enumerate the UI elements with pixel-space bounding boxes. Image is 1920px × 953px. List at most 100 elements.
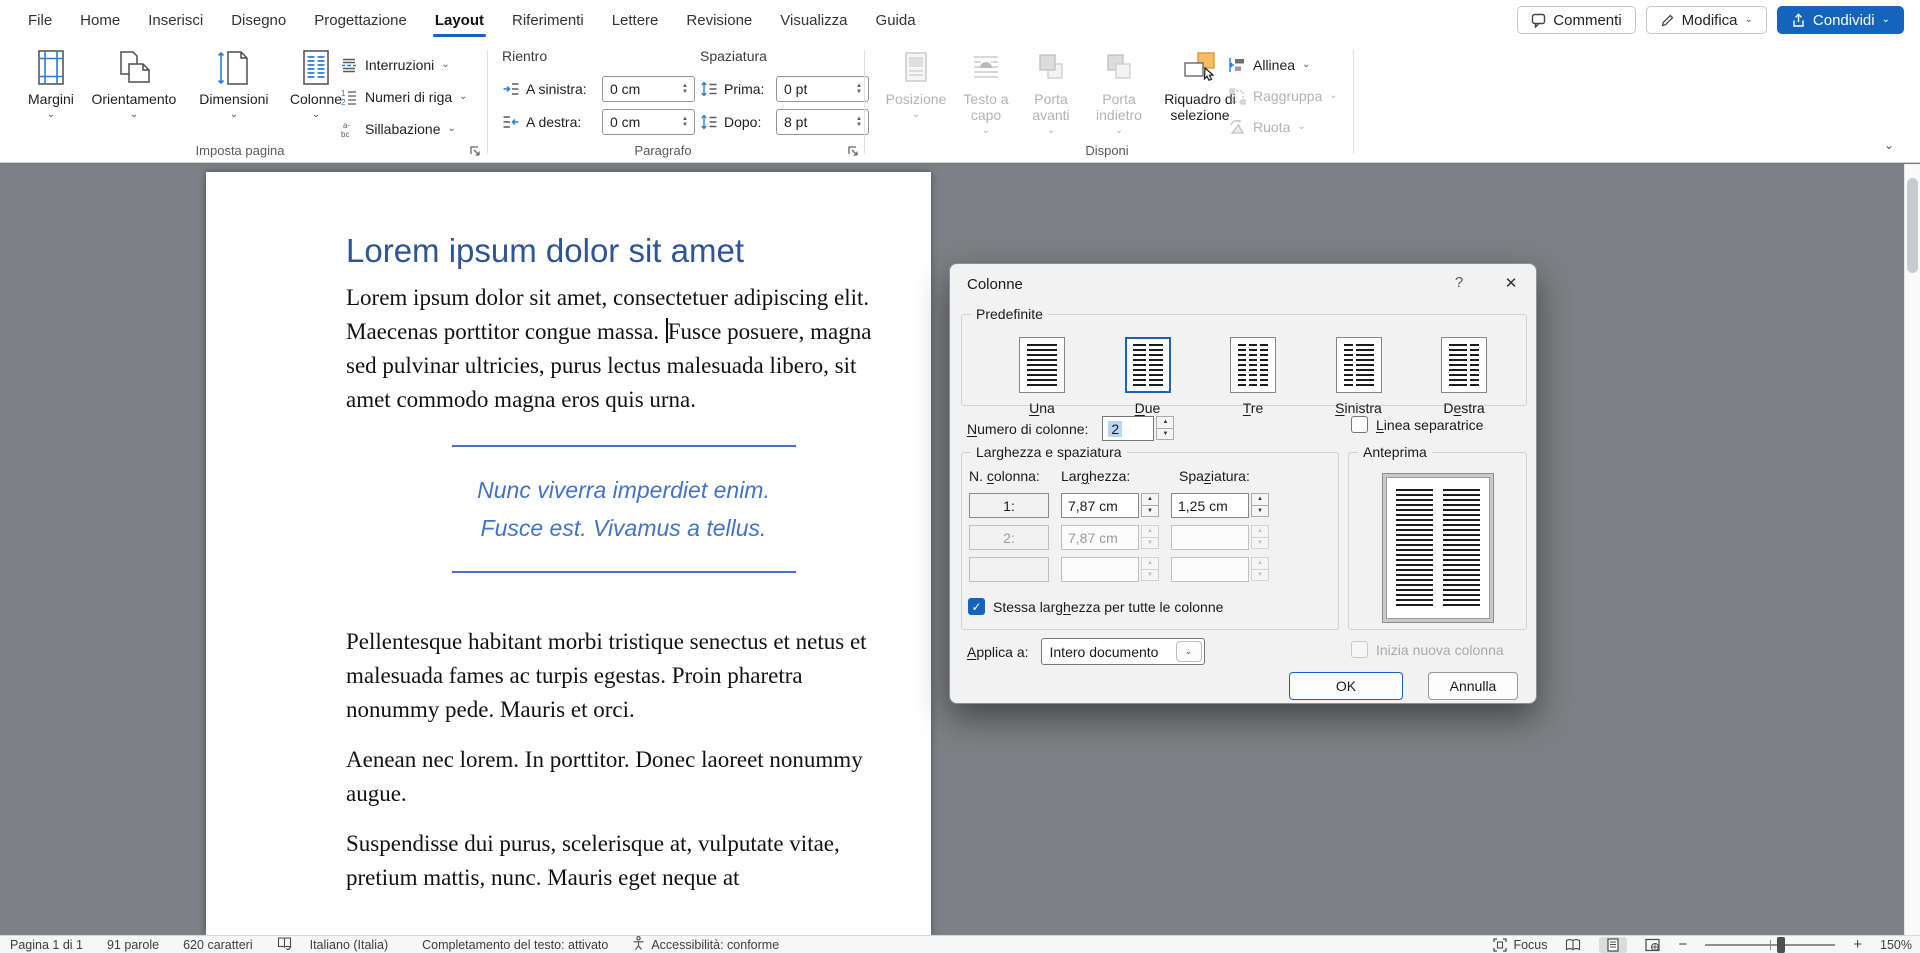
comments-button[interactable]: Commenti	[1517, 6, 1635, 34]
tab-revisione[interactable]: Revisione	[672, 0, 766, 40]
print-layout-button[interactable]	[1599, 937, 1627, 953]
tab-disegno[interactable]: Disegno	[217, 0, 300, 40]
preview-groupbox: Anteprima	[1348, 452, 1527, 630]
preset-due[interactable]: Due	[1108, 337, 1188, 416]
presets-groupbox: Predefinite Una Due Tre Sinistra	[961, 314, 1527, 406]
spinner-arrows[interactable]: ▲▼	[850, 116, 868, 128]
word-count[interactable]: 91 parole	[107, 938, 159, 952]
tab-riferimenti[interactable]: Riferimenti	[498, 0, 598, 40]
zoom-level[interactable]: 150%	[1880, 938, 1912, 952]
hyphenation-icon: a-bc	[340, 120, 358, 138]
width-input-3: ▲▼	[1061, 557, 1159, 582]
accessibility-icon	[632, 936, 645, 953]
tab-progettazione[interactable]: Progettazione	[300, 0, 421, 40]
edit-mode-button[interactable]: Modifica ⌄	[1646, 6, 1767, 34]
breaks-button[interactable]: Interruzioni ⌄	[336, 49, 472, 81]
page-setup-dialog-launcher[interactable]	[468, 144, 482, 158]
apply-to-dropdown[interactable]: Intero documento ⌄	[1041, 638, 1205, 665]
tab-lettere[interactable]: Lettere	[598, 0, 673, 40]
text-completion-status[interactable]: Completamento del testo: attivato	[422, 938, 608, 952]
accessibility-status[interactable]: Accessibilità: conforme	[651, 938, 779, 952]
chevron-down-icon: ⌄	[312, 110, 320, 120]
indent-left-input[interactable]: 0 cm ▲▼	[602, 76, 695, 102]
width-input-1[interactable]: 7,87 cm ▲▼	[1061, 493, 1159, 518]
read-mode-button[interactable]	[1565, 938, 1581, 952]
spacing-before-input[interactable]: 0 pt ▲▼	[776, 76, 869, 102]
character-count[interactable]: 620 caratteri	[183, 938, 252, 952]
help-icon[interactable]: ?	[1448, 274, 1470, 291]
language-status[interactable]: Italiano (Italia)	[310, 938, 389, 952]
tab-file[interactable]: File	[14, 0, 66, 40]
spacing-after-input[interactable]: 8 pt ▲▼	[776, 109, 869, 135]
dialog-title: Colonne	[967, 276, 1023, 293]
num-columns-spinner[interactable]: 2 ▲▼	[1102, 416, 1174, 441]
chevron-down-icon[interactable]: ⌄	[1176, 641, 1202, 662]
spin-down-icon[interactable]: ▼	[856, 89, 862, 95]
zoom-slider[interactable]	[1705, 944, 1835, 946]
focus-mode-button[interactable]: Focus	[1493, 938, 1547, 952]
width-header: Larghezza:	[1061, 468, 1179, 484]
breaks-icon	[340, 56, 358, 74]
scrollbar-thumb[interactable]	[1907, 178, 1918, 273]
chevron-down-icon: ⌄	[459, 92, 467, 102]
chevron-down-icon: ⌄	[912, 110, 920, 120]
cancel-button[interactable]: Annulla	[1428, 672, 1518, 700]
paragraph-dialog-launcher[interactable]	[846, 144, 860, 158]
margins-button[interactable]: Margini ⌄	[22, 46, 80, 122]
equal-width-checkbox[interactable]: ✓	[968, 598, 985, 615]
tab-layout[interactable]: Layout	[421, 0, 498, 40]
chevron-down-icon: ⌄	[1297, 122, 1305, 132]
spacing-input-1[interactable]: 1,25 cm ▲▼	[1171, 493, 1269, 518]
preset-una[interactable]: Una	[1002, 337, 1082, 416]
spinner-arrows[interactable]: ▲▼	[676, 116, 694, 128]
preset-sinistra[interactable]: Sinistra	[1319, 337, 1399, 416]
page-count[interactable]: Pagina 1 di 1	[10, 938, 83, 952]
close-icon[interactable]: ✕	[1498, 272, 1524, 296]
paragraph-group-label: Paragrafo	[563, 143, 763, 158]
indent-right-input[interactable]: 0 cm ▲▼	[602, 109, 695, 135]
preset-tre-icon	[1230, 337, 1276, 393]
spinner-arrows[interactable]: ▲▼	[676, 83, 694, 95]
hyphenation-button[interactable]: a-bc Sillabazione ⌄	[336, 113, 472, 145]
bring-forward-icon	[1034, 50, 1068, 88]
spin-down-icon[interactable]: ▼	[1156, 428, 1174, 441]
group-button: Raggruppa ⌄	[1228, 80, 1338, 111]
separator-line-checkbox[interactable]	[1351, 416, 1368, 433]
tab-guida[interactable]: Guida	[862, 0, 930, 40]
col-number-header: N. colonna:	[969, 468, 1061, 484]
zoom-in-button[interactable]: +	[1853, 937, 1862, 952]
size-button[interactable]: Dimensioni ⌄	[188, 46, 280, 122]
collapse-ribbon-button[interactable]: ⌄	[1884, 138, 1894, 152]
orientation-button[interactable]: Orientamento ⌄	[84, 46, 184, 122]
web-layout-button[interactable]	[1645, 938, 1660, 952]
check-icon: ✓	[971, 600, 981, 614]
svg-text:2: 2	[341, 98, 346, 106]
bring-forward-button: Porta avanti ⌄	[1020, 48, 1082, 138]
preset-tre[interactable]: Tre	[1213, 337, 1293, 416]
spinner-arrows[interactable]: ▲▼	[850, 83, 868, 95]
spin-down-icon[interactable]: ▼	[1251, 505, 1269, 518]
share-button[interactable]: Condividi ⌄	[1777, 6, 1904, 34]
spin-down-icon[interactable]: ▼	[1141, 505, 1159, 518]
spin-down-icon[interactable]: ▼	[682, 89, 688, 95]
zoom-out-button[interactable]: −	[1678, 937, 1687, 952]
ok-button[interactable]: OK	[1289, 672, 1403, 700]
tab-inserisci[interactable]: Inserisci	[134, 0, 217, 40]
separator-line-label: Linea separatrice	[1376, 417, 1483, 433]
spin-down-icon[interactable]: ▼	[856, 122, 862, 128]
line-numbers-button[interactable]: 12 Numeri di riga ⌄	[336, 81, 472, 113]
tab-home[interactable]: Home	[66, 0, 134, 40]
spin-down-icon[interactable]: ▼	[682, 122, 688, 128]
preset-destra[interactable]: Destra	[1424, 337, 1504, 416]
line-numbers-icon: 12	[340, 88, 358, 106]
position-label: Posizione	[886, 91, 947, 107]
align-button[interactable]: Allinea ⌄	[1228, 49, 1338, 80]
chevron-down-icon: ⌄	[448, 124, 456, 134]
document-page[interactable]: Lorem ipsum dolor sit amet Lorem ipsum d…	[206, 172, 931, 935]
presets-group-label: Predefinite	[971, 306, 1048, 322]
proofing-icon[interactable]	[277, 936, 292, 953]
vertical-scrollbar[interactable]	[1904, 164, 1920, 935]
send-backward-icon	[1102, 50, 1136, 88]
tab-visualizza[interactable]: Visualizza	[766, 0, 861, 40]
zoom-slider-handle[interactable]	[1777, 937, 1785, 953]
